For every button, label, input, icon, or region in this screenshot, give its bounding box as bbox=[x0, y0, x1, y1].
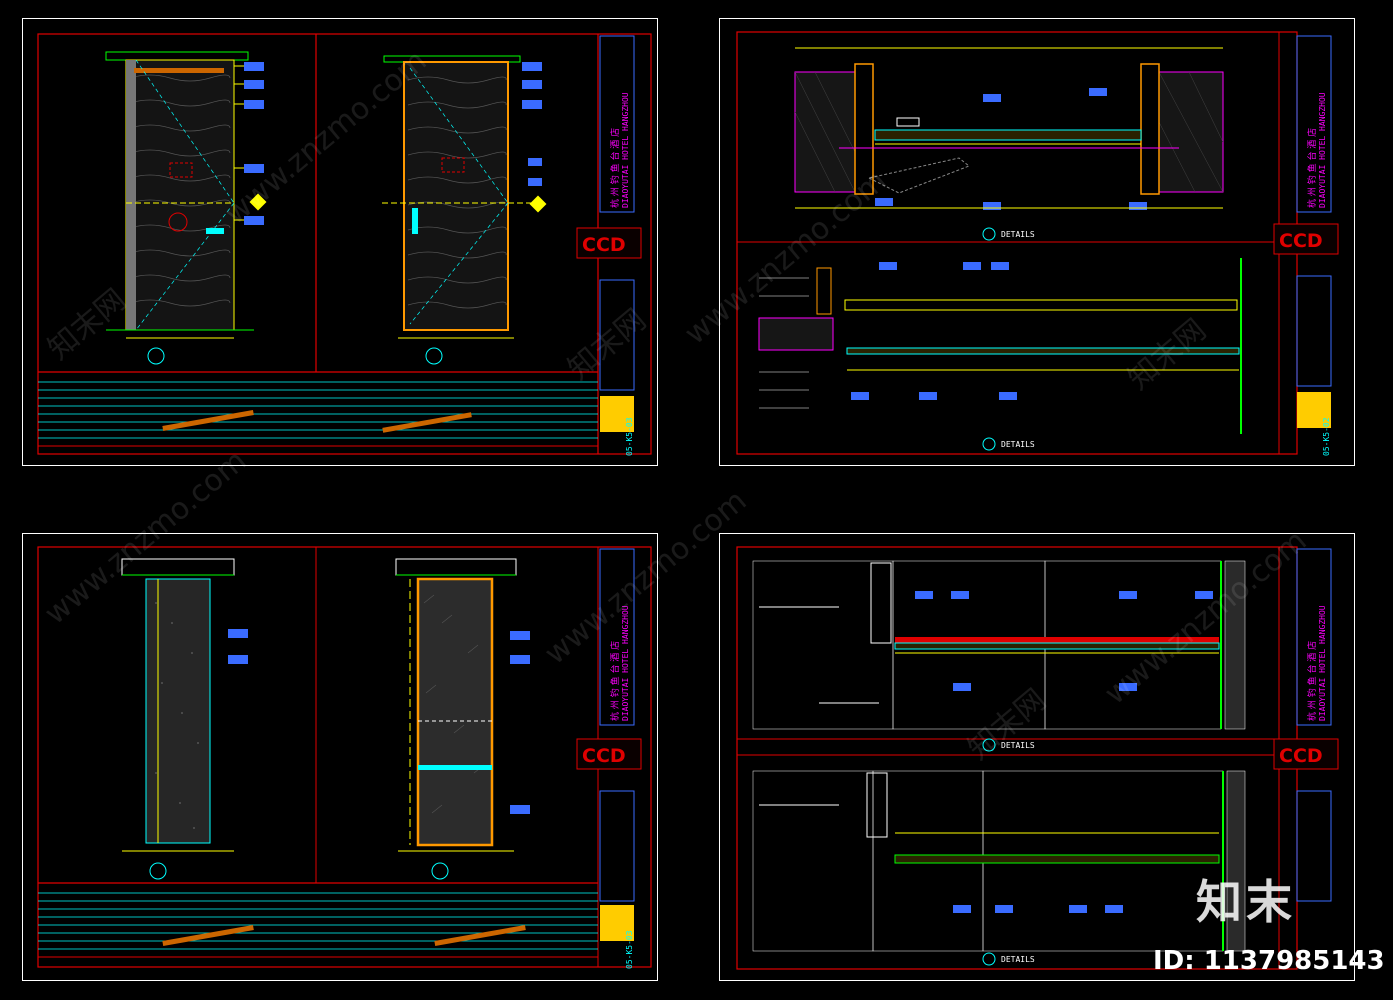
ccd-logo: CCD bbox=[1279, 230, 1323, 252]
project-title-cn: 杭 州 钓 鱼 台 酒 店 bbox=[1306, 128, 1318, 208]
sheet-number: 05-K5-02 bbox=[1322, 417, 1331, 456]
project-title-en: DIAOYUTAI HOTEL HANGZHOU bbox=[1318, 92, 1327, 208]
view-label-details-1: DETAILS bbox=[1001, 230, 1035, 239]
project-title-cn: 杭 州 钓 鱼 台 酒 店 bbox=[1306, 641, 1318, 721]
image-id: ID: 1137985143 bbox=[1153, 946, 1385, 976]
project-title-en: DIAOYUTAI HOTEL HANGZHOU bbox=[621, 605, 630, 721]
view-label-details-2: DETAILS bbox=[1001, 955, 1035, 964]
ccd-logo: CCD bbox=[582, 234, 626, 256]
brand-logo: 知末 bbox=[1196, 875, 1296, 929]
project-title-en: DIAOYUTAI HOTEL HANGZHOU bbox=[621, 92, 630, 208]
drawing-sheet-2[interactable]: DETAILS DETAILS 杭 州 钓 鱼 台 酒 店 DIAOYUTAI … bbox=[719, 18, 1355, 466]
drawing-sheet-1[interactable]: 杭 州 钓 鱼 台 酒 店 DIAOYUTAI HOTEL HANGZHOU C… bbox=[22, 18, 658, 466]
sheet-number: 05-K5-03 bbox=[625, 930, 634, 969]
drawing-sheet-3[interactable]: 杭 州 钓 鱼 台 酒 店 DIAOYUTAI HOTEL HANGZHOU C… bbox=[22, 533, 658, 981]
ccd-logo: CCD bbox=[1279, 745, 1323, 767]
project-title-en: DIAOYUTAI HOTEL HANGZHOU bbox=[1318, 605, 1327, 721]
sheet-number: 05-K5-03 bbox=[625, 417, 634, 456]
project-title-cn: 杭 州 钓 鱼 台 酒 店 bbox=[609, 128, 621, 208]
project-title-cn: 杭 州 钓 鱼 台 酒 店 bbox=[609, 641, 621, 721]
view-label-details-2: DETAILS bbox=[1001, 440, 1035, 449]
ccd-logo: CCD bbox=[582, 745, 626, 767]
view-label-details-1: DETAILS bbox=[1001, 741, 1035, 750]
